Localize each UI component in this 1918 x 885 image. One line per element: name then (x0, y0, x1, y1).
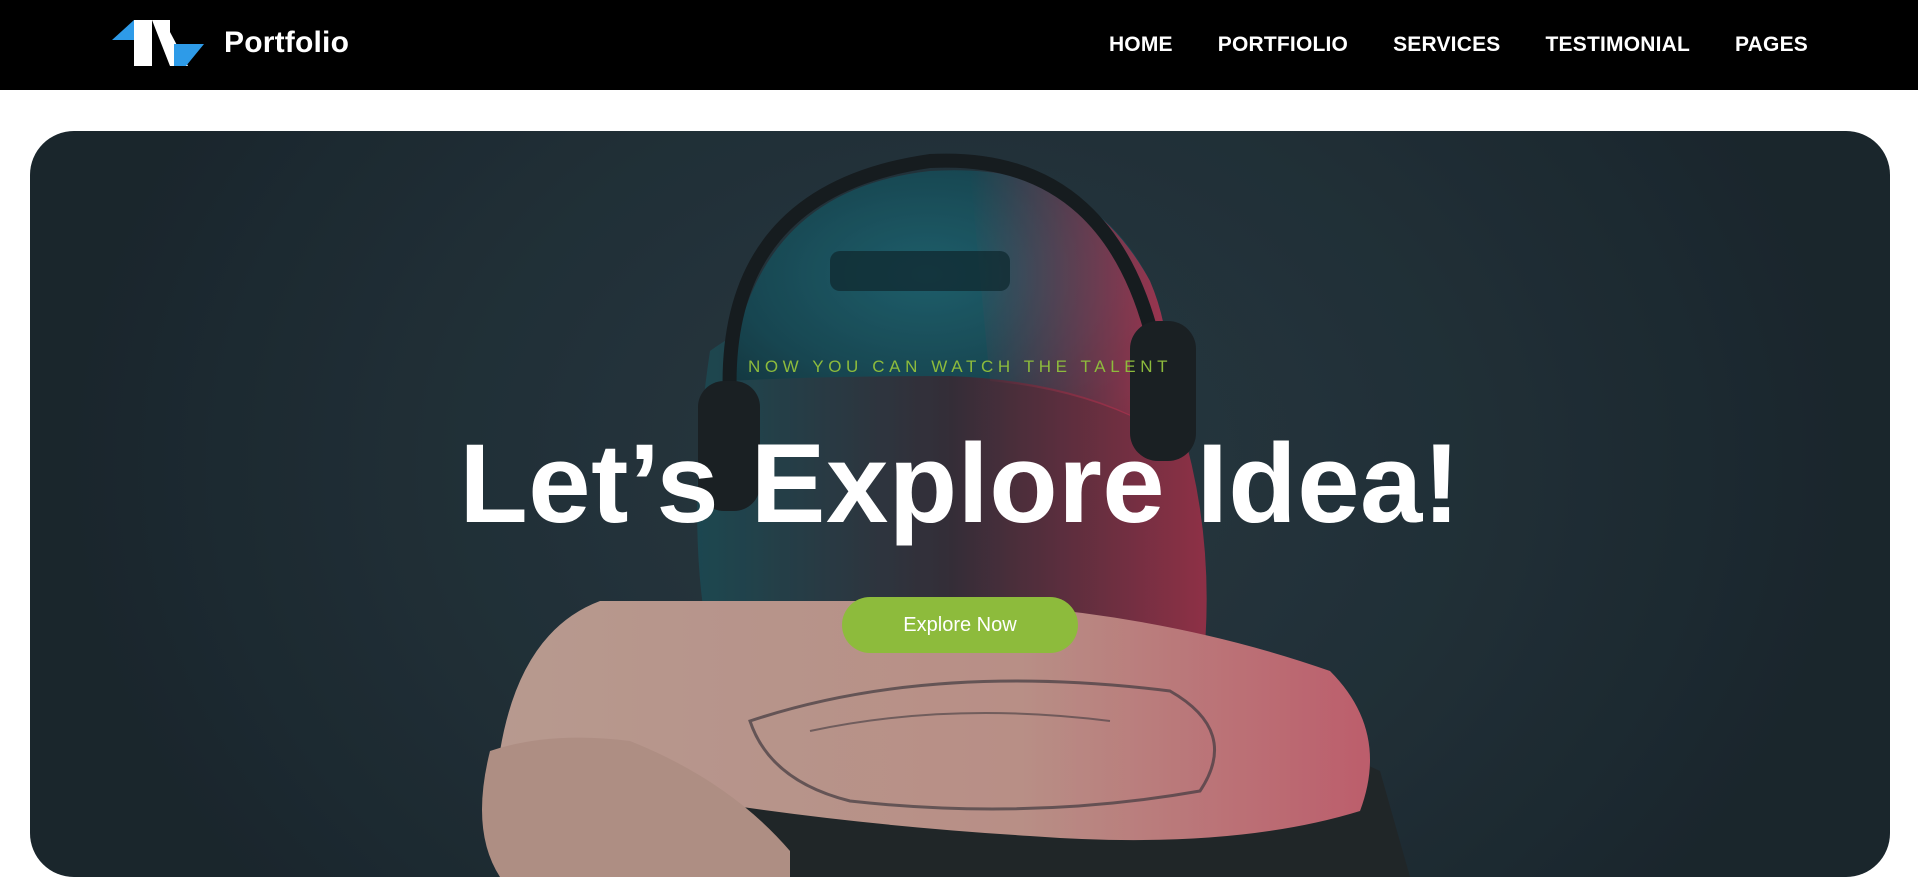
nav-item-testimonial[interactable]: TESTIMONIAL (1546, 33, 1691, 57)
brand-logo[interactable]: Portfolio (112, 20, 349, 66)
hero-banner: NOW YOU CAN WATCH THE TALENT Let’s Explo… (30, 131, 1890, 877)
nav-item-pages[interactable]: PAGES (1735, 33, 1808, 57)
main-nav: HOME PORTFIOLIO SERVICES TESTIMONIAL PAG… (1109, 0, 1808, 90)
nav-item-portfolio[interactable]: PORTFIOLIO (1218, 33, 1348, 57)
brand-name: Portfolio (224, 26, 350, 59)
hero-headline: Let’s Explore Idea! (459, 421, 1461, 546)
nav-item-home[interactable]: HOME (1109, 33, 1173, 57)
explore-now-button[interactable]: Explore Now (842, 597, 1078, 653)
hero-content: NOW YOU CAN WATCH THE TALENT Let’s Explo… (30, 131, 1890, 877)
nav-item-services[interactable]: SERVICES (1393, 33, 1500, 57)
hero-eyebrow: NOW YOU CAN WATCH THE TALENT (747, 357, 1173, 376)
top-navigation-bar: Portfolio HOME PORTFIOLIO SERVICES TESTI… (0, 0, 1918, 90)
portfolio-logo-icon (112, 20, 204, 66)
